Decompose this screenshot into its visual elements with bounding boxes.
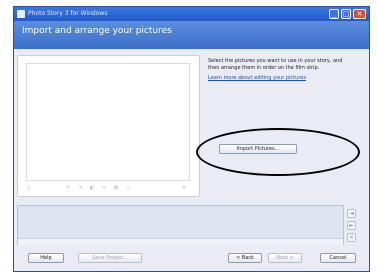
app-icon [17,10,25,18]
auto-correct-button[interactable]: ◐ [90,185,94,191]
maximize-button[interactable]: □ [341,9,351,19]
red-eye-button[interactable]: ✂ [102,185,106,191]
delete-picture-button[interactable]: ✕ [182,185,186,191]
preview-toolbar: ◁ ↶ ↷ ◐ ✂ ⊠ ▭ ✕ [26,183,190,194]
instructions-text: Select the pictures you want to use in y… [208,58,343,71]
wizard-footer: Help Save Project... < Back Next > Cance… [0,250,378,266]
minimize-button[interactable]: _ [329,9,339,19]
back-button[interactable]: < Back [228,253,262,263]
close-button[interactable]: ✕ [353,9,366,19]
rotate-ccw-button[interactable]: ↶ [66,185,70,191]
next-button[interactable]: Next > [268,253,302,263]
page-title: Import and arrange your pictures [22,26,172,36]
picture-preview-panel: ◁ ↶ ↷ ◐ ✂ ⊠ ▭ ✕ [17,55,200,197]
instructions-pane: Select the pictures you want to use in y… [208,58,348,82]
rotate-cw-button[interactable]: ↷ [78,185,82,191]
title-bar: Photo Story 3 for Windows _ □ ✕ [14,7,369,21]
cancel-button[interactable]: Cancel [320,253,356,263]
remove-borders-button[interactable]: ⊠ [114,185,118,191]
picture-preview-area [26,63,190,181]
annotation-ellipse [196,128,360,176]
move-right-button[interactable]: ► [347,221,356,230]
film-strip-scrollbar[interactable] [18,238,343,245]
move-left-button[interactable]: ◄ [347,209,356,218]
help-button[interactable]: Help [28,253,64,263]
edit-button[interactable]: ▭ [126,185,131,191]
window-title: Photo Story 3 for Windows [28,10,108,17]
rotate-left-button[interactable]: ◁ [26,185,30,191]
save-project-button[interactable]: Save Project... [78,253,142,263]
remove-from-strip-button[interactable]: ✕ [347,233,356,242]
page-header: Import and arrange your pictures [14,21,369,49]
learn-more-link[interactable]: Learn more about editing your pictures [208,75,348,82]
